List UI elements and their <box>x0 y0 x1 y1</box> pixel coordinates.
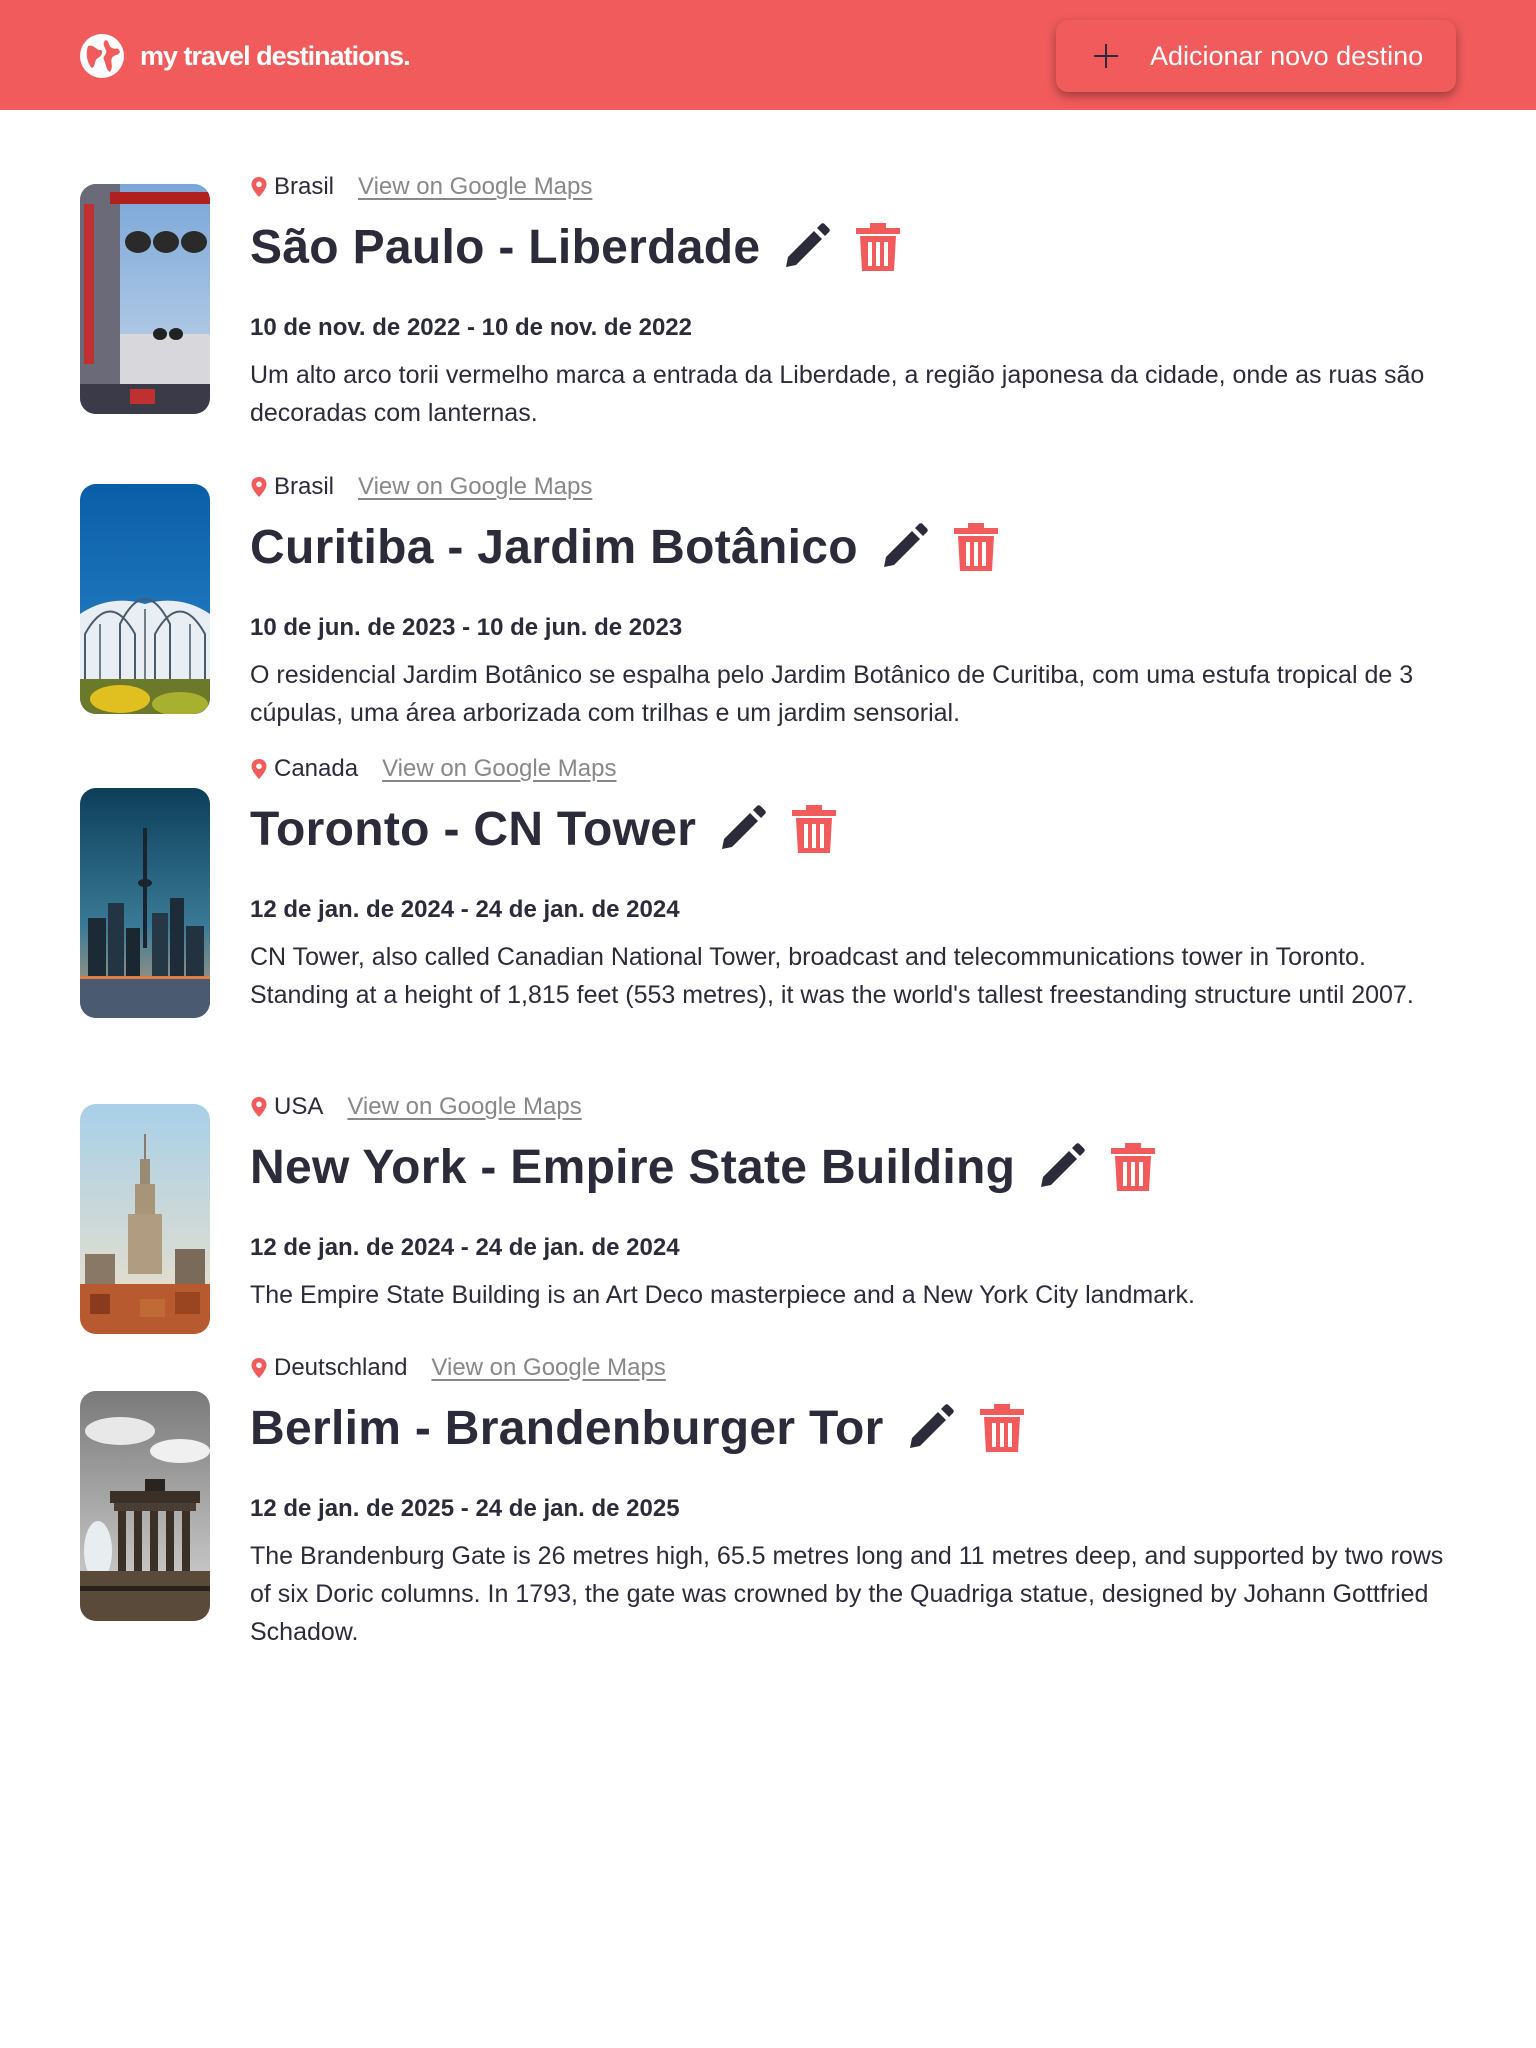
destination-country: Brasil <box>274 173 335 200</box>
destination-info: Deutschland View on Google Maps Berlim -… <box>250 1351 1460 1651</box>
destination-title-row: Curitiba - Jardim Botânico <box>250 514 1460 580</box>
destination-description: O residencial Jardim Botânico se espalha… <box>250 661 1414 727</box>
pin-icon <box>251 477 267 497</box>
destination-dates: 10 de nov. de 2022 - 10 de nov. de 2022 <box>250 314 692 341</box>
destination-title-row: São Paulo - Liberdade <box>250 214 1460 280</box>
destination-photo <box>80 484 210 714</box>
destination-country: Brasil <box>274 473 335 500</box>
destination-title-row: Berlim - Brandenburger Tor <box>250 1395 1460 1461</box>
destination-title: Berlim - Brandenburger Tor <box>250 1401 884 1455</box>
destination-meta: Canada View on Google Maps <box>250 752 1460 786</box>
destination-photo <box>80 788 210 1018</box>
trash-icon[interactable] <box>978 1402 1026 1454</box>
google-maps-link[interactable]: View on Google Maps <box>358 473 592 501</box>
trash-icon[interactable] <box>1109 1141 1157 1193</box>
destination-title: Toronto - CN Tower <box>250 802 697 856</box>
pencil-icon[interactable] <box>878 521 930 573</box>
destination-description: CN Tower, also called Canadian National … <box>250 943 1414 1009</box>
pin-icon <box>251 1358 267 1378</box>
pencil-icon[interactable] <box>780 221 832 273</box>
destination-meta: Brasil View on Google Maps <box>250 470 1460 504</box>
destination-country: USA <box>274 1093 324 1120</box>
trash-icon[interactable] <box>790 803 838 855</box>
pin-icon <box>251 759 267 779</box>
plus-icon <box>1094 44 1118 68</box>
destination-title: New York - Empire State Building <box>250 1140 1016 1194</box>
pencil-icon[interactable] <box>1035 1141 1087 1193</box>
destination-title-row: New York - Empire State Building <box>250 1134 1460 1200</box>
destination-info: Brasil View on Google Maps Curitiba - Ja… <box>250 470 1460 732</box>
pin-icon <box>251 177 267 197</box>
pin-icon <box>251 1097 267 1117</box>
destination-photo <box>80 1104 210 1334</box>
destination-photo <box>80 184 210 414</box>
destination-title: São Paulo - Liberdade <box>250 220 761 274</box>
app-header: my travel destinations. Adicionar novo d… <box>0 0 1536 110</box>
destination-meta: USA View on Google Maps <box>250 1090 1460 1124</box>
destination-meta: Deutschland View on Google Maps <box>250 1351 1460 1385</box>
destination-title: Curitiba - Jardim Botânico <box>250 520 858 574</box>
brand-name: my travel destinations. <box>140 40 411 71</box>
destination-photo <box>80 1391 210 1621</box>
destination-info: Brasil View on Google Maps São Paulo - L… <box>250 170 1460 432</box>
google-maps-link[interactable]: View on Google Maps <box>431 1354 665 1382</box>
globe-icon <box>80 34 124 78</box>
destination-country: Deutschland <box>274 1354 408 1381</box>
pencil-icon[interactable] <box>716 803 768 855</box>
destination-dates: 12 de jan. de 2025 - 24 de jan. de 2025 <box>250 1495 680 1522</box>
pencil-icon[interactable] <box>904 1402 956 1454</box>
google-maps-link[interactable]: View on Google Maps <box>358 173 592 201</box>
destination-description: The Empire State Building is an Art Deco… <box>250 1281 1195 1309</box>
destination-info: USA View on Google Maps New York - Empir… <box>250 1090 1460 1314</box>
destination-description: Um alto arco torii vermelho marca a entr… <box>250 361 1425 427</box>
destination-meta: Brasil View on Google Maps <box>250 170 1460 204</box>
destination-country: Canada <box>274 755 359 782</box>
google-maps-link[interactable]: View on Google Maps <box>382 755 616 783</box>
add-destination-button[interactable]: Adicionar novo destino <box>1056 20 1456 92</box>
trash-icon[interactable] <box>854 221 902 273</box>
destination-dates: 10 de jun. de 2023 - 10 de jun. de 2023 <box>250 614 683 641</box>
destination-dates: 12 de jan. de 2024 - 24 de jan. de 2024 <box>250 896 680 923</box>
destination-description: The Brandenburg Gate is 26 metres high, … <box>250 1542 1444 1646</box>
destination-info: Canada View on Google Maps Toronto - CN … <box>250 752 1460 1014</box>
google-maps-link[interactable]: View on Google Maps <box>347 1093 581 1121</box>
destination-dates: 12 de jan. de 2024 - 24 de jan. de 2024 <box>250 1234 680 1261</box>
trash-icon[interactable] <box>952 521 1000 573</box>
brand[interactable]: my travel destinations. <box>78 32 411 80</box>
destination-title-row: Toronto - CN Tower <box>250 796 1460 862</box>
add-destination-label: Adicionar novo destino <box>1150 40 1424 71</box>
